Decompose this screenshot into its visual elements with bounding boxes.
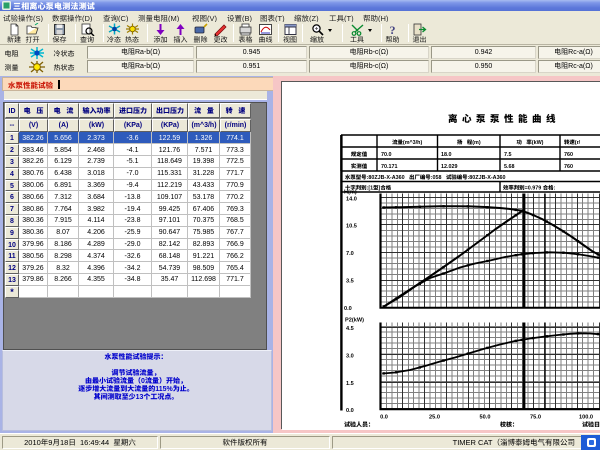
svg-text:试验人员：: 试验人员： (344, 420, 374, 429)
svg-text:25.0: 25.0 (429, 413, 440, 421)
svg-text:效率判别=0.979 合格:: 效率判别=0.979 合格: (503, 184, 555, 192)
svg-text:离心泵泵性能曲线: 离心泵泵性能曲线 (448, 111, 560, 125)
svg-text:5.68: 5.68 (504, 162, 515, 170)
svg-text:760: 760 (564, 150, 573, 158)
svg-text:0.0: 0.0 (344, 304, 352, 312)
svg-text:3.5: 3.5 (346, 277, 354, 285)
svg-text:水泵型号:80ZJB-X-A360 出厂编号:058: 水泵型号:80ZJB-X-A360 出厂编号:058 试验编号:80ZJB-X-… (345, 173, 506, 181)
svg-text:1.5: 1.5 (346, 379, 354, 387)
svg-text:实测值: 实测值 (351, 162, 368, 170)
svg-text:7.5: 7.5 (504, 150, 512, 158)
svg-text:0.0: 0.0 (346, 406, 354, 414)
svg-text:760: 760 (564, 162, 573, 170)
svg-text:10.5: 10.5 (346, 222, 357, 230)
svg-text:14.0: 14.0 (346, 195, 357, 203)
svg-text:18.0: 18.0 (441, 150, 452, 158)
svg-text:4.5: 4.5 (346, 324, 354, 332)
svg-text:校核：: 校核： (500, 420, 518, 429)
svg-text:扬 程(m): 扬 程(m) (457, 138, 481, 146)
svg-text:转速(r/: 转速(r/ (564, 138, 581, 146)
svg-text:70.0: 70.0 (381, 150, 392, 158)
svg-text:50.0: 50.0 (480, 413, 491, 421)
svg-text:12.029: 12.029 (441, 162, 458, 170)
svg-text:70.171: 70.171 (381, 162, 398, 170)
svg-text:7.0: 7.0 (346, 249, 354, 257)
svg-text:75.0: 75.0 (530, 413, 541, 421)
svg-text:规定值: 规定值 (351, 150, 368, 158)
svg-text:3.0: 3.0 (346, 352, 354, 360)
svg-text:功 率(kW): 功 率(kW) (517, 138, 544, 146)
svg-text:试验日期：: 试验日期： (582, 420, 600, 429)
svg-text:P2(kW): P2(kW) (345, 316, 364, 324)
svg-text:0.0: 0.0 (380, 413, 388, 421)
svg-text:流量(m^3/h): 流量(m^3/h) (392, 138, 422, 146)
